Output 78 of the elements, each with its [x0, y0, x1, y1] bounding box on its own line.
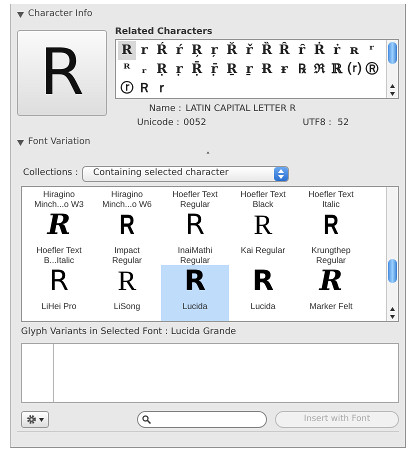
character-cell[interactable]: ř [240, 41, 258, 60]
character-cell[interactable]: Ȑ [258, 41, 276, 60]
character-cell[interactable]: ṝ [206, 60, 223, 79]
character-cell[interactable]: Ṝ [188, 60, 206, 79]
character-cell[interactable]: Ŗ [188, 41, 206, 60]
character-cell[interactable]: ɍ [276, 60, 293, 79]
character-cell[interactable]: Ṟ [223, 60, 240, 79]
font-cell[interactable]: R LiSong [93, 264, 161, 320]
character-cell[interactable]: ŕ [170, 41, 188, 60]
font-cell[interactable]: R Marker Felt [297, 264, 365, 320]
gear-icon [26, 414, 37, 425]
section-header: Character Info [28, 8, 92, 21]
collapse-caret[interactable]: ˄ [206, 152, 210, 162]
caret-icon [39, 418, 44, 422]
character-cell[interactable]: ℜ [310, 60, 328, 79]
related-characters-label: Related Characters [115, 26, 214, 38]
character-cell[interactable]: Ṛ [153, 60, 170, 79]
character-cell[interactable]: Ⓡ [363, 60, 380, 79]
glyph-variants-label: Glyph Variants in Selected Font : Lucida Grande [21, 326, 238, 338]
character-cell[interactable]: ᵣ [136, 60, 153, 79]
font-cell[interactable]: Hiragino Minch...o W6 [93, 186, 161, 208]
up-down-arrows-icon[interactable] [278, 168, 284, 178]
utf8-value: 52 [338, 116, 349, 130]
action-menu-button[interactable] [21, 411, 49, 428]
unicode-label: Unicode : [137, 116, 180, 130]
character-cell[interactable]: ŗ [206, 41, 223, 60]
utf8-label: UTF8 : [302, 116, 332, 130]
search-icon [142, 415, 151, 424]
character-cell[interactable]: Ř [223, 41, 240, 60]
character-cell[interactable]: ᴿ [118, 60, 136, 79]
collections-label: Collections : [23, 166, 78, 180]
font-cell[interactable]: R LiHei Pro [25, 264, 93, 320]
scrollbar-thumb[interactable] [388, 42, 397, 64]
character-cell[interactable]: ℞ [293, 60, 310, 79]
unicode-value: 0052 [183, 116, 206, 130]
character-cell[interactable]: r [136, 41, 153, 60]
scroll-up-arrow-icon[interactable] [390, 84, 395, 88]
character-cell[interactable]: ṟ [240, 60, 258, 79]
character-cell[interactable]: Ｒ [136, 79, 153, 98]
font-cell[interactable]: Hoefler Text Regular [161, 186, 229, 208]
character-preview: R [17, 30, 107, 116]
font-cell[interactable]: R InaiMathi Regular [161, 208, 229, 264]
character-cell[interactable]: ⓡ [118, 79, 136, 98]
font-cell[interactable]: R Hoefler Text B...Italic [25, 208, 93, 264]
font-cell[interactable]: R Impact Regular [93, 208, 161, 264]
expanded-triangle-icon[interactable] [17, 12, 24, 18]
name-label: Name : [149, 103, 182, 116]
font-cell[interactable]: R Krungthep Regular [297, 208, 365, 264]
character-cell[interactable]: ℝ [328, 60, 346, 79]
scrollbar[interactable] [386, 186, 398, 320]
font-cell[interactable]: Hoefler Text Black [229, 186, 297, 208]
scroll-up-arrow-icon[interactable] [390, 306, 395, 310]
character-name: LATIN CAPITAL LETTER R [185, 103, 296, 116]
character-cell[interactable]: ṙ [328, 41, 346, 60]
font-cell[interactable]: Hiragino Minch...o W3 [25, 186, 93, 208]
character-cell[interactable]: Ŕ [153, 41, 170, 60]
character-cell[interactable]: Ȓ [276, 41, 293, 60]
expanded-triangle-icon[interactable] [17, 140, 24, 146]
font-cell[interactable]: R Kai Regular [229, 208, 297, 264]
collections-dropdown[interactable]: Containing selected character [82, 166, 290, 182]
scrollbar-thumb[interactable] [388, 258, 397, 282]
character-cell[interactable]: ⒭ [346, 60, 363, 79]
character-cell[interactable]: ʀ [346, 41, 363, 60]
font-cell[interactable]: Hoefler Text Italic [297, 186, 365, 208]
character-cell[interactable]: ｒ [153, 79, 170, 98]
section-header: Font Variation [28, 136, 90, 149]
character-cell[interactable]: ȓ [293, 41, 310, 60]
scroll-down-arrow-icon[interactable] [390, 92, 395, 96]
character-cell[interactable]: ṛ [170, 60, 188, 79]
search-field[interactable] [137, 411, 267, 428]
font-cell[interactable]: R Lucida [161, 264, 229, 320]
character-cell[interactable]: Ɍ [258, 60, 276, 79]
character-cell[interactable]: Ṙ [310, 41, 328, 60]
scroll-down-arrow-icon[interactable] [390, 314, 395, 318]
scrollbar[interactable] [386, 40, 398, 98]
character-cell[interactable]: ʳ [363, 41, 380, 60]
font-cell[interactable]: R Lucida [229, 264, 297, 320]
character-cell[interactable]: R [118, 41, 136, 60]
